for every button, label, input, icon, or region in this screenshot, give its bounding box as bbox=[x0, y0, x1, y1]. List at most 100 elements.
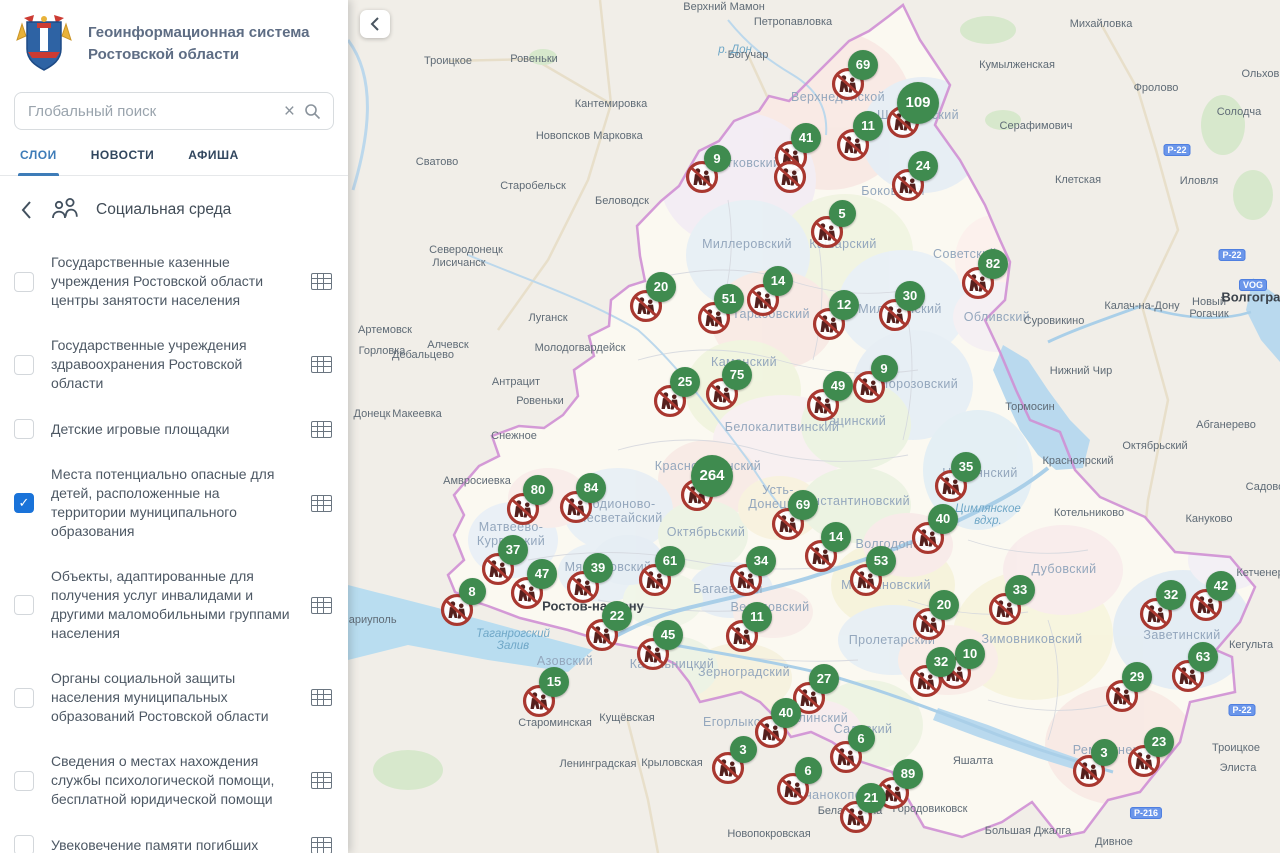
cluster-count: 21 bbox=[856, 783, 886, 813]
cluster-count: 40 bbox=[771, 698, 801, 728]
cluster-count: 264 bbox=[691, 455, 733, 497]
cluster-count: 3 bbox=[1091, 739, 1118, 766]
cluster-count: 8 bbox=[459, 578, 486, 605]
cluster-count: 53 bbox=[866, 546, 896, 576]
clear-search-icon[interactable]: × bbox=[275, 102, 304, 121]
layer-label: Государственные учреждения здравоохранен… bbox=[51, 336, 297, 393]
section-header: Социальная среда bbox=[0, 176, 348, 227]
table-icon[interactable] bbox=[311, 421, 332, 438]
cluster-count: 27 bbox=[809, 664, 839, 694]
layer-checkbox[interactable] bbox=[14, 688, 34, 708]
section-title: Социальная среда bbox=[96, 201, 231, 219]
cluster-count: 32 bbox=[926, 647, 956, 677]
layer-item: Увековечение памяти погибших bbox=[14, 835, 332, 853]
layer-list: Государственные казенные учреждения Рост… bbox=[0, 253, 348, 853]
cluster-count: 51 bbox=[714, 284, 744, 314]
no-children-icon[interactable] bbox=[773, 160, 807, 194]
cluster-count: 14 bbox=[763, 266, 793, 296]
global-search[interactable]: × bbox=[14, 92, 334, 130]
brand-header: Геоинформационная система Ростовской обл… bbox=[0, 0, 348, 80]
back-icon[interactable] bbox=[18, 198, 34, 222]
layer-label: Увековечение памяти погибших bbox=[51, 836, 297, 853]
sidebar: Геоинформационная система Ростовской обл… bbox=[0, 0, 348, 853]
table-icon[interactable] bbox=[311, 837, 332, 853]
cluster-count: 40 bbox=[928, 504, 958, 534]
search-input[interactable] bbox=[15, 103, 275, 120]
cluster-count: 37 bbox=[498, 535, 528, 565]
cluster-count: 3 bbox=[730, 736, 757, 763]
cluster-count: 22 bbox=[602, 601, 632, 631]
cluster-count: 11 bbox=[742, 602, 772, 632]
cluster-count: 84 bbox=[576, 473, 606, 503]
tab-bar: СЛОИ НОВОСТИ АФИША bbox=[0, 130, 348, 176]
search-icon[interactable] bbox=[304, 103, 333, 120]
layer-checkbox[interactable]: ✓ bbox=[14, 493, 34, 513]
table-icon[interactable] bbox=[311, 689, 332, 706]
cluster-count: 11 bbox=[853, 111, 883, 141]
layer-item: ✓Места потенциально опасные для детей, р… bbox=[14, 465, 332, 541]
cluster-count: 61 bbox=[655, 546, 685, 576]
app-title: Геоинформационная система Ростовской обл… bbox=[88, 22, 309, 66]
cluster-count: 69 bbox=[788, 490, 818, 520]
layer-checkbox[interactable] bbox=[14, 272, 34, 292]
cluster-count: 20 bbox=[929, 590, 959, 620]
cluster-count: 14 bbox=[821, 522, 851, 552]
layer-checkbox[interactable] bbox=[14, 595, 34, 615]
collapse-sidebar-button[interactable] bbox=[360, 10, 390, 38]
cluster-count: 29 bbox=[1122, 662, 1152, 692]
cluster-count: 24 bbox=[908, 151, 938, 181]
layer-label: Органы социальной защиты населения муниц… bbox=[51, 669, 297, 726]
cluster-count: 42 bbox=[1206, 571, 1236, 601]
cluster-count: 32 bbox=[1156, 580, 1186, 610]
layer-checkbox[interactable] bbox=[14, 771, 34, 791]
map-canvas[interactable]: ВерхнедонскойШолоховскийЧертковскийБоков… bbox=[348, 0, 1280, 853]
cluster-count: 34 bbox=[746, 546, 776, 576]
cluster-count: 80 bbox=[523, 475, 553, 505]
table-icon[interactable] bbox=[311, 356, 332, 373]
table-icon[interactable] bbox=[311, 495, 332, 512]
tab-layers[interactable]: СЛОИ bbox=[18, 148, 59, 175]
rostov-coat-of-arms-logo bbox=[16, 14, 72, 74]
layer-checkbox[interactable] bbox=[14, 419, 34, 439]
cluster-count: 82 bbox=[978, 249, 1008, 279]
table-icon[interactable] bbox=[311, 772, 332, 789]
chevron-left-icon bbox=[369, 16, 381, 32]
layer-label: Объекты, адаптированные для получения ус… bbox=[51, 567, 297, 643]
layer-label: Государственные казенные учреждения Рост… bbox=[51, 253, 297, 310]
cluster-count: 20 bbox=[646, 272, 676, 302]
cluster-count: 6 bbox=[795, 757, 822, 784]
cluster-count: 45 bbox=[653, 620, 683, 650]
cluster-count: 6 bbox=[848, 725, 875, 752]
people-icon bbox=[49, 196, 81, 223]
cluster-count: 47 bbox=[527, 559, 557, 589]
cluster-count: 49 bbox=[823, 371, 853, 401]
cluster-count: 63 bbox=[1188, 642, 1218, 672]
cluster-count: 30 bbox=[895, 281, 925, 311]
cluster-count: 35 bbox=[951, 452, 981, 482]
cluster-count: 9 bbox=[871, 355, 898, 382]
cluster-count: 9 bbox=[704, 145, 731, 172]
layer-item: Государственные учреждения здравоохранен… bbox=[14, 336, 332, 393]
cluster-count: 33 bbox=[1005, 575, 1035, 605]
cluster-count: 69 bbox=[848, 50, 878, 80]
cluster-count: 23 bbox=[1144, 727, 1174, 757]
table-icon[interactable] bbox=[311, 273, 332, 290]
cluster-count: 39 bbox=[583, 553, 613, 583]
cluster-count: 15 bbox=[539, 667, 569, 697]
cluster-count: 109 bbox=[897, 82, 939, 124]
table-icon[interactable] bbox=[311, 597, 332, 614]
cluster-count: 12 bbox=[829, 290, 859, 320]
layer-label: Сведения о местах нахождения службы псих… bbox=[51, 752, 297, 809]
layer-item: Детские игровые площадки bbox=[14, 419, 332, 439]
layer-checkbox[interactable] bbox=[14, 835, 34, 853]
layer-checkbox[interactable] bbox=[14, 355, 34, 375]
layer-label: Детские игровые площадки bbox=[51, 420, 297, 439]
cluster-count: 10 bbox=[955, 639, 985, 669]
layer-item: Сведения о местах нахождения службы псих… bbox=[14, 752, 332, 809]
tab-news[interactable]: НОВОСТИ bbox=[89, 148, 157, 175]
cluster-count: 89 bbox=[893, 759, 923, 789]
tab-afisha[interactable]: АФИША bbox=[186, 148, 240, 175]
layer-item: Объекты, адаптированные для получения ус… bbox=[14, 567, 332, 643]
cluster-count: 75 bbox=[722, 360, 752, 390]
layer-item: Государственные казенные учреждения Рост… bbox=[14, 253, 332, 310]
